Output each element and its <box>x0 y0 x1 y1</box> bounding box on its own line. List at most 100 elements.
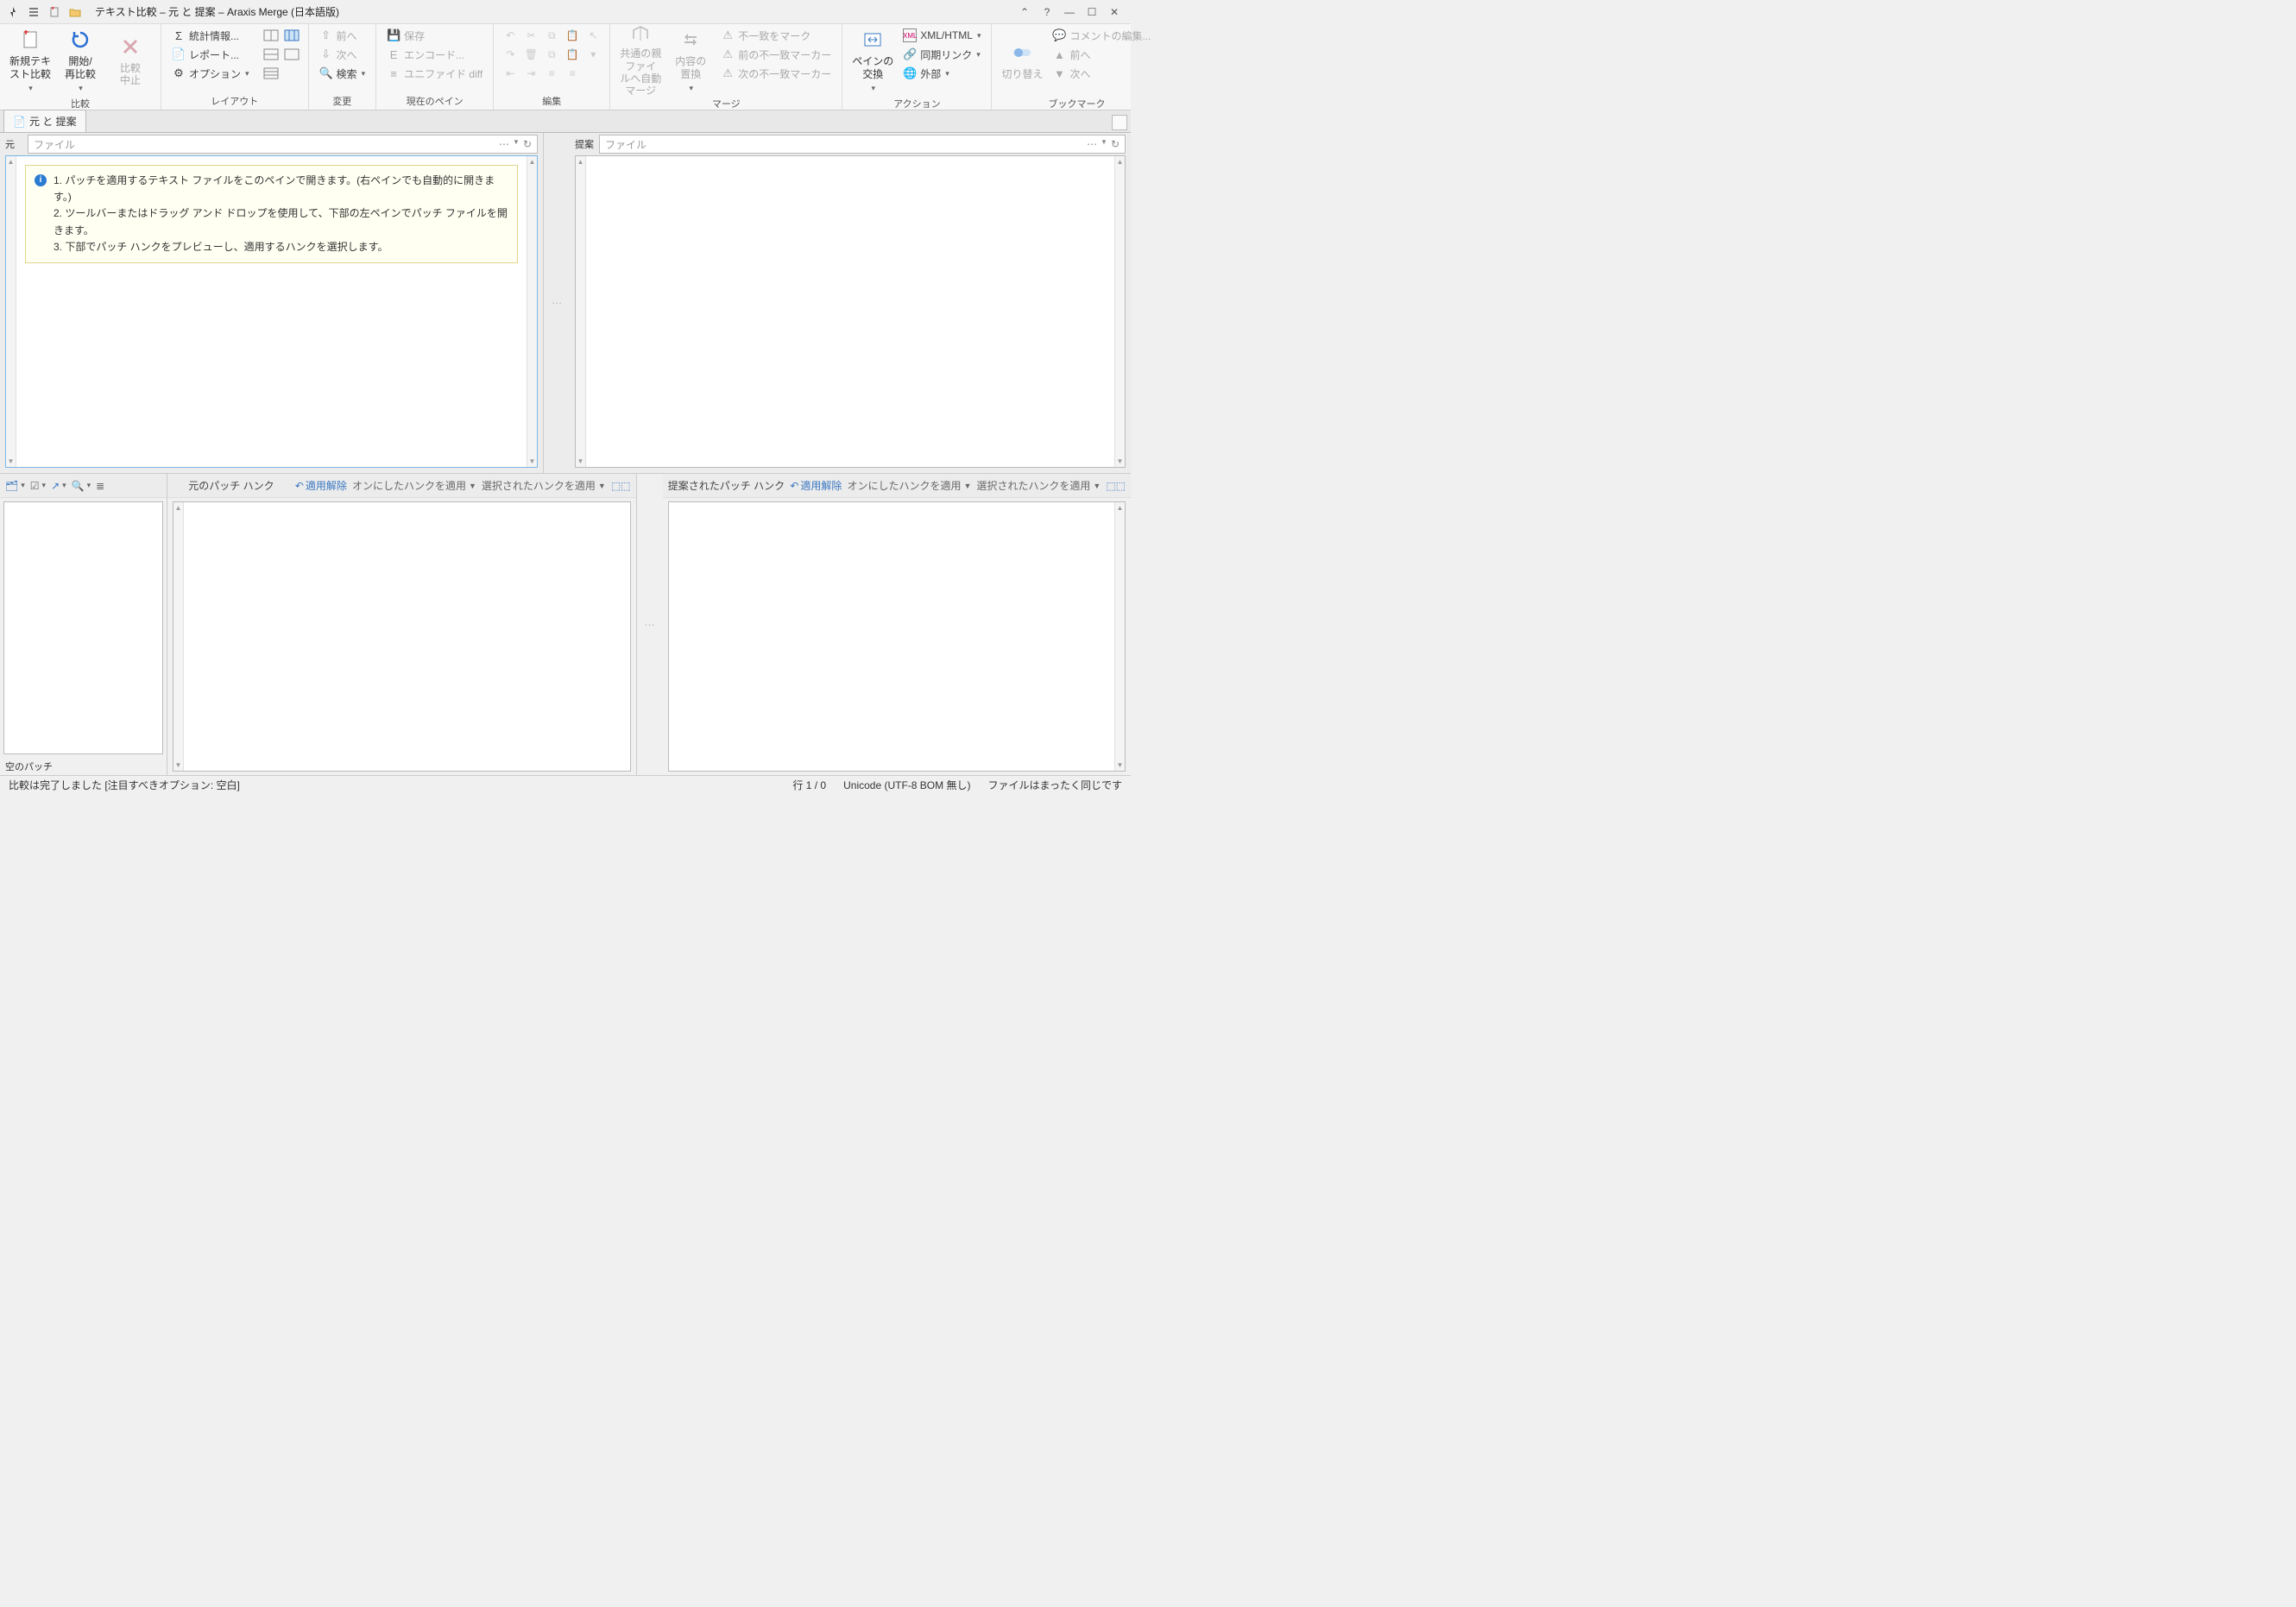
file-more-icon[interactable]: ⋯ <box>1087 138 1097 150</box>
patch-splitter[interactable]: ⋯ <box>637 474 663 775</box>
file-drop-icon[interactable]: ▼ <box>1101 138 1107 150</box>
sync-link-button[interactable]: 🔗同期リンク▾ <box>899 45 984 64</box>
info-icon: i <box>35 174 47 186</box>
right-editor[interactable]: ▲▼ ▲▼ <box>575 155 1126 468</box>
tab-extra-button[interactable] <box>1112 115 1127 130</box>
layout-stack-icon[interactable] <box>262 64 281 83</box>
right-patch-title: 提案されたパッチ ハンク <box>668 478 785 493</box>
apply-on-button[interactable]: オンにしたハンクを適用 ▼ <box>352 478 476 493</box>
options-button[interactable]: ⚙オプション▾ <box>168 64 253 83</box>
gear-icon: ⚙ <box>172 66 186 80</box>
patch-check-icon[interactable]: ☑▾ <box>30 480 46 492</box>
cancel-icon <box>118 35 142 59</box>
patch-row: 🗂▾ ☑▾ ↗▾ 🔍▾ ≣ 空のパッチ 元のパッチ ハンク ↶ 適用解除 オンに… <box>0 473 1131 775</box>
content-swap-button: 内容の 置換▾ <box>667 26 714 95</box>
patch-filter-icon[interactable]: ≣ <box>96 480 104 492</box>
layout-single-icon[interactable] <box>282 45 301 64</box>
warn-up-icon: ⚠ <box>721 47 735 61</box>
collapse-ribbon-icon[interactable]: ⌃ <box>1013 3 1036 22</box>
cursor-icon: ↖ <box>583 26 602 45</box>
sigma-icon: Σ <box>172 28 186 42</box>
splitter[interactable]: ⋯ <box>544 133 570 473</box>
left-file-input[interactable]: ファイル ⋯ ▼ ↻ <box>28 135 538 154</box>
patch-share-icon[interactable]: ↗▾ <box>51 480 66 492</box>
left-patch-title: 元のパッチ ハンク <box>173 478 290 493</box>
maximize-icon[interactable]: ☐ <box>1081 3 1103 22</box>
left-editor[interactable]: ▲▼ i 1. パッチを適用するテキスト ファイルをこのペインで開きます。(右ペ… <box>5 155 538 468</box>
menu-icon[interactable] <box>26 4 41 20</box>
group-label-change: 変更 <box>316 92 369 110</box>
help-icon[interactable]: ? <box>1036 3 1058 22</box>
patch-list[interactable] <box>3 501 163 754</box>
info-line-1: 1. パッチを適用するテキスト ファイルをこのペインで開きます。(右ペインでも自… <box>54 173 508 205</box>
copy2-icon: ⧉ <box>542 45 561 64</box>
main-panes: 元 ファイル ⋯ ▼ ↻ ▲▼ i 1. パッチを適用するテキスト ファイルをこ… <box>0 133 1131 473</box>
prev-change-button: ⇧前へ <box>316 26 369 45</box>
file-refresh-icon[interactable]: ↻ <box>523 138 532 150</box>
tab-compare[interactable]: 📄 元 と 提案 <box>3 110 86 132</box>
swap-pane-button[interactable]: ペインの 交換▾ <box>849 26 896 95</box>
apply-selected-button[interactable]: 選択されたハンクを適用 ▼ <box>482 478 606 493</box>
layout-vert-icon[interactable] <box>262 45 281 64</box>
indent-icon: ≡ <box>563 64 582 83</box>
status-same: ファイルはまったく同じです <box>987 778 1122 792</box>
bm-down-icon: ▼ <box>1052 66 1066 80</box>
copy-icon: ⧉ <box>542 26 561 45</box>
arrow-up-icon: ⇧ <box>319 28 333 42</box>
auto-merge-button: 共通の親ファイ ルへ自動マージ <box>617 26 664 95</box>
close-icon[interactable]: ✕ <box>1103 3 1126 22</box>
file-more-icon[interactable]: ⋯ <box>499 138 509 150</box>
file-drop-icon[interactable]: ▼ <box>513 138 520 150</box>
layout-tri-icon[interactable] <box>282 26 301 45</box>
apply-on-button-r[interactable]: オンにしたハンクを適用 ▼ <box>847 478 971 493</box>
report-button[interactable]: 📄レポート... <box>168 45 253 64</box>
compare-stop-button: 比較 中止 <box>107 26 154 95</box>
arrow-down-icon: ⇩ <box>319 47 333 61</box>
start-recompare-button[interactable]: 開始/ 再比較▾ <box>57 26 104 95</box>
drop-icon: ▾ <box>583 45 602 64</box>
apply-selected-button-r[interactable]: 選択されたハンクを適用 ▼ <box>976 478 1101 493</box>
left-pane-label: 元 <box>5 137 22 151</box>
unapply-button-r[interactable]: ↶ 適用解除 <box>790 478 842 493</box>
status-encoding: Unicode (UTF-8 BOM 無し) <box>843 778 970 792</box>
save-button: 💾保存 <box>383 26 486 45</box>
refresh-icon <box>68 28 92 52</box>
xml-html-button[interactable]: XMLXML/HTML▾ <box>899 26 984 45</box>
statusbar: 比較は完了しました [注目すべきオプション: 空白] 行 1 / 0 Unico… <box>0 775 1131 794</box>
titlebar: テキスト比較 – 元 と 提案 – Araxis Merge (日本語版) ⌃ … <box>0 0 1131 24</box>
new-doc-icon[interactable] <box>47 4 62 20</box>
external-icon: 🌐 <box>903 66 917 80</box>
next-marker-button: ⚠次の不一致マーカー <box>717 64 835 83</box>
search-button[interactable]: 🔍検索▾ <box>316 64 369 83</box>
patch-nav-icon[interactable]: ⬚⬚ <box>611 480 631 492</box>
mark-mismatch-button: ⚠不一致をマーク <box>717 26 835 45</box>
right-patch-view[interactable]: ▲▼ <box>668 501 1126 772</box>
ribbon: 新規テキ スト比較▾ 開始/ 再比較▾ 比較 中止 比較 Σ統計情報... 📄レ… <box>0 24 1131 110</box>
edit-comment-button: 💬コメントの編集... <box>1049 26 1154 45</box>
prev-marker-button: ⚠前の不一致マーカー <box>717 45 835 64</box>
open-folder-icon[interactable] <box>67 4 83 20</box>
file-refresh-icon[interactable]: ↻ <box>1111 138 1120 150</box>
unapply-button[interactable]: ↶ 適用解除 <box>295 478 347 493</box>
bookmark-icon <box>1010 41 1034 65</box>
patch-search-icon[interactable]: 🔍▾ <box>72 480 91 492</box>
group-label-edit: 編集 <box>501 92 602 110</box>
swap-pane-icon <box>861 28 885 52</box>
indent-right-icon: ⇥ <box>521 64 540 83</box>
patch-open-icon[interactable]: 🗂▾ <box>5 480 25 492</box>
external-button[interactable]: 🌐外部▾ <box>899 64 984 83</box>
paste-icon: 📋 <box>563 26 582 45</box>
left-patch-view[interactable]: ▲▼ <box>173 501 631 772</box>
save-icon: 💾 <box>387 28 401 42</box>
warn-icon: ⚠ <box>721 28 735 42</box>
minimize-icon[interactable]: — <box>1058 3 1081 22</box>
xml-icon: XML <box>903 28 917 42</box>
new-text-compare-button[interactable]: 新規テキ スト比較▾ <box>7 26 54 95</box>
stats-button[interactable]: Σ統計情報... <box>168 26 253 45</box>
app-icon <box>5 4 21 20</box>
right-file-input[interactable]: ファイル ⋯ ▼ ↻ <box>599 135 1126 154</box>
right-pane-label: 提案 <box>575 137 594 151</box>
layout-horiz-icon[interactable] <box>262 26 281 45</box>
encode-button: Eエンコード... <box>383 45 486 64</box>
patch-nav-icon-r[interactable]: ⬚⬚ <box>1106 480 1126 492</box>
